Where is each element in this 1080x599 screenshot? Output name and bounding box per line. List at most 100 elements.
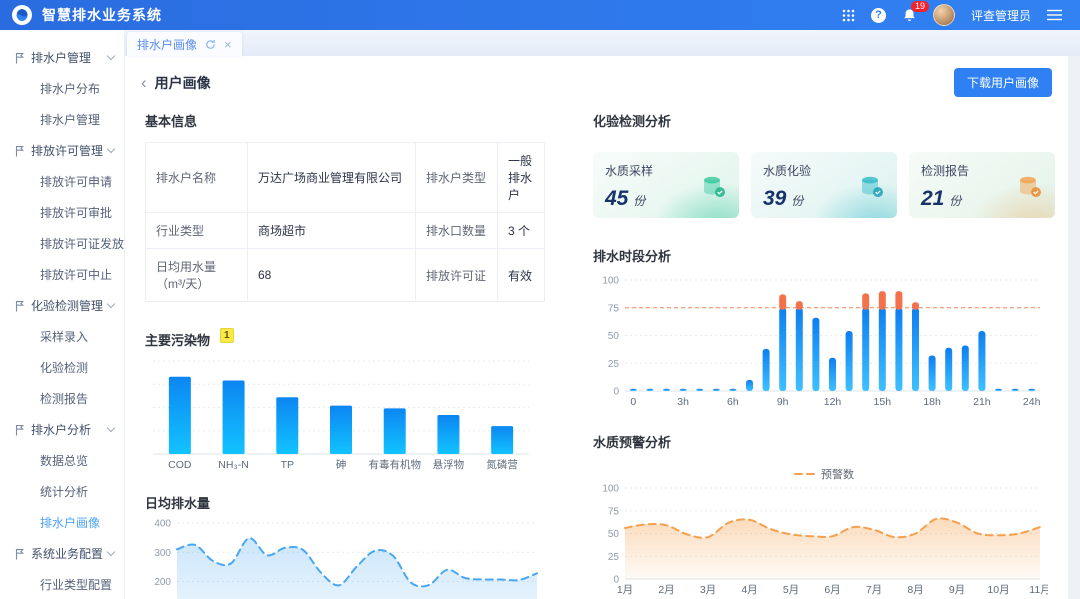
warning-area-chart: 02550751001月2月3月4月5月6月7月8月9月10月11月 <box>593 481 1048 597</box>
info-value: 万达广场商业管理有限公司 <box>248 143 416 213</box>
svg-text:0: 0 <box>613 387 619 398</box>
info-value: 商场超市 <box>248 213 416 249</box>
svg-text:9h: 9h <box>777 396 789 408</box>
svg-text:TP: TP <box>281 459 294 471</box>
legend-label: 预警数 <box>821 466 854 482</box>
svg-text:18h: 18h <box>923 396 941 408</box>
main-content: ‹ 用户画像 下载用户画像 基本信息 排水户名称 万达广场商业管理有限公司 排水… <box>125 56 1068 599</box>
close-icon[interactable]: × <box>224 38 232 51</box>
info-label: 日均用水量（m³/天） <box>146 249 248 302</box>
lab-analysis-title: 化验检测分析 <box>593 111 1055 130</box>
avatar[interactable] <box>933 4 955 26</box>
sidebar-item-排水户画像[interactable]: 排水户画像 <box>0 507 124 538</box>
sidebar-item-排水户管理[interactable]: 排水户管理 <box>0 104 124 135</box>
sidebar-item-排放许可审批[interactable]: 排放许可审批 <box>0 197 124 228</box>
sidebar-item-排放许可申请[interactable]: 排放许可申请 <box>0 166 124 197</box>
sidebar-group-1[interactable]: 排放许可管理 <box>0 135 124 166</box>
svg-text:50: 50 <box>608 529 620 540</box>
tab-drainage-portrait[interactable]: 排水户画像 × <box>127 32 242 56</box>
menu-list-icon[interactable] <box>1047 9 1062 21</box>
svg-text:3h: 3h <box>677 396 689 408</box>
svg-text:200: 200 <box>154 577 171 588</box>
sidebar-group-0[interactable]: 排水户管理 <box>0 42 124 73</box>
svg-text:50: 50 <box>608 331 620 342</box>
svg-text:砷: 砷 <box>336 459 347 471</box>
refresh-icon[interactable] <box>205 39 216 50</box>
svg-text:75: 75 <box>608 303 620 314</box>
stat-card-report[interactable]: 检测报告 21份 <box>909 152 1055 218</box>
sidebar-item-排放许可证发放[interactable]: 排放许可证发放 <box>0 228 124 259</box>
sidebar-item-排放许可中止[interactable]: 排放许可中止 <box>0 259 124 290</box>
flag-icon <box>14 424 25 436</box>
user-name[interactable]: 评查管理员 <box>971 7 1031 24</box>
header-actions: ? 19 评查管理员 <box>842 4 1080 26</box>
stat-unit: 份 <box>949 194 961 208</box>
sidebar-item-化验检测[interactable]: 化验检测 <box>0 352 124 383</box>
pollutants-title: 主要污染物 <box>145 333 210 348</box>
svg-text:有毒有机物: 有毒有机物 <box>368 458 421 471</box>
columns: 基本信息 排水户名称 万达广场商业管理有限公司 排水户类型 一般排水户 行业类型… <box>125 101 1068 599</box>
svg-text:25: 25 <box>608 359 620 370</box>
info-value: 68 <box>248 249 416 302</box>
apps-grid-icon[interactable] <box>842 9 855 22</box>
info-label: 行业类型 <box>146 213 248 249</box>
sidebar-group-2[interactable]: 化验检测管理 <box>0 290 124 321</box>
svg-text:6h: 6h <box>727 396 739 408</box>
notification-badge: 19 <box>911 1 929 13</box>
sidebar-group-4[interactable]: 系统业务配置 <box>0 538 124 569</box>
info-value: 一般排水户 <box>498 143 545 213</box>
tab-bar: 排水户画像 × <box>125 30 1080 56</box>
help-icon[interactable]: ? <box>871 8 886 23</box>
daily-drainage-title: 日均排水量 <box>145 493 545 512</box>
coins-stack-icon <box>697 171 729 204</box>
svg-text:11月: 11月 <box>1029 584 1048 596</box>
svg-text:12h: 12h <box>824 396 842 408</box>
table-row: 行业类型 商场超市 排水口数量 3 个 <box>146 213 545 249</box>
hourly-bar-chart: 025507510003h6h9h12h15h18h21h24h <box>593 273 1048 409</box>
flag-icon <box>14 300 25 312</box>
warning-legend[interactable]: 预警数 <box>593 467 1055 481</box>
stat-card-sampling[interactable]: 水质采样 45份 <box>593 152 739 218</box>
basic-info-title: 基本信息 <box>145 111 545 130</box>
notification-bell-icon[interactable]: 19 <box>902 8 917 23</box>
info-value: 有效 <box>498 249 545 302</box>
chevron-down-icon <box>107 145 115 153</box>
app-title: 智慧排水业务系统 <box>42 5 162 25</box>
sidebar-item-行业类型配置[interactable]: 行业类型配置 <box>0 569 124 599</box>
lab-cards: 水质采样 45份 水质化验 39份 <box>593 152 1055 218</box>
svg-text:悬浮物: 悬浮物 <box>433 458 465 471</box>
flag-icon <box>14 52 25 64</box>
sidebar-menu: 排水户管理排水户分布排水户管理排放许可管理排放许可申请排放许可审批排放许可证发放… <box>0 30 125 599</box>
sidebar-item-检测报告[interactable]: 检测报告 <box>0 383 124 414</box>
pollutants-badge: 1 <box>220 328 234 343</box>
right-column: 化验检测分析 水质采样 45份 水质化验 <box>575 101 1068 599</box>
warning-title: 水质预警分析 <box>593 432 1055 451</box>
stat-unit: 份 <box>633 194 645 208</box>
stat-card-testing[interactable]: 水质化验 39份 <box>751 152 897 218</box>
svg-text:21h: 21h <box>973 396 991 408</box>
back-chevron-icon[interactable]: ‹ <box>141 74 147 91</box>
sidebar-item-统计分析[interactable]: 统计分析 <box>0 476 124 507</box>
svg-text:6月: 6月 <box>824 584 840 596</box>
svg-text:NH₃-N: NH₃-N <box>218 459 249 471</box>
svg-text:9月: 9月 <box>949 584 965 596</box>
svg-text:4月: 4月 <box>741 584 757 596</box>
sidebar-item-采样录入[interactable]: 采样录入 <box>0 321 124 352</box>
info-value: 3 个 <box>498 213 545 249</box>
chevron-down-icon <box>107 548 115 556</box>
svg-text:3月: 3月 <box>700 584 716 596</box>
table-row: 排水户名称 万达广场商业管理有限公司 排水户类型 一般排水户 <box>146 143 545 213</box>
app-logo-icon <box>12 5 32 25</box>
coins-stack-icon <box>855 171 887 204</box>
page-header: ‹ 用户画像 下载用户画像 <box>125 56 1068 101</box>
info-label: 排放许可证 <box>416 249 498 302</box>
svg-text:10月: 10月 <box>987 584 1009 596</box>
sidebar-item-数据总览[interactable]: 数据总览 <box>0 445 124 476</box>
page-title: 用户画像 <box>155 73 211 93</box>
info-label: 排水口数量 <box>416 213 498 249</box>
stat-unit: 份 <box>791 194 803 208</box>
sidebar-group-3[interactable]: 排水户分析 <box>0 414 124 445</box>
download-portrait-button[interactable]: 下载用户画像 <box>954 68 1052 97</box>
svg-text:100: 100 <box>602 276 619 287</box>
sidebar-item-排水户分布[interactable]: 排水户分布 <box>0 73 124 104</box>
